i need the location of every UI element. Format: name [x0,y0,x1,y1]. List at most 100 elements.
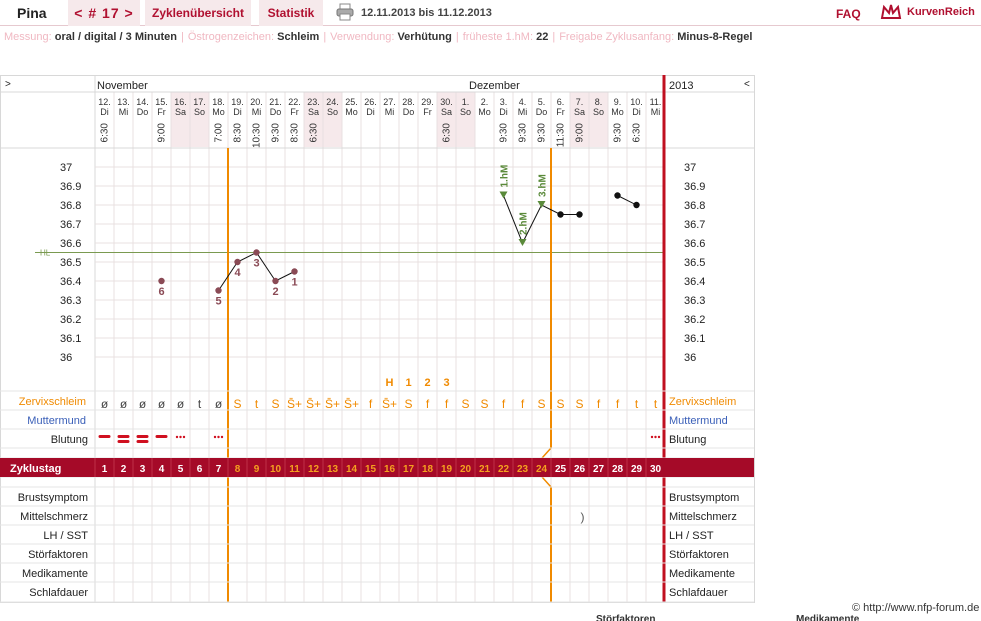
day-date: 8. [595,97,603,107]
day-weekday: Mi [119,107,129,117]
cycle-day-number: 14 [346,464,358,475]
mucus-symbol: f [502,397,506,411]
day-weekday: Mo [478,107,491,117]
measurement-time: 9:30 [271,123,282,143]
measurement-time: 9:30 [518,123,529,143]
day-date: 2. [481,97,489,107]
mucus-symbol: t [255,397,259,411]
higher-measurement-marker [499,191,508,199]
day-date: 13. [117,97,130,107]
day-weekday: Di [632,107,641,117]
temperature-point [158,277,165,285]
day-weekday: Sa [574,107,585,117]
next-nav-button[interactable]: < [744,79,750,90]
bleeding-very-heavy [136,435,149,438]
temp-axis-label-right: 36.7 [684,219,705,231]
day-weekday: Mo [212,107,225,117]
day-weekday: So [327,107,338,117]
day-date: 21. [269,97,282,107]
higher-measurement-label: 3.hM [538,174,549,197]
day-weekday: Do [137,107,149,117]
bleeding-very-heavy [136,440,149,443]
day-date: 17. [193,97,206,107]
cycle-day-number: 30 [650,464,662,475]
day-date: 16. [174,97,187,107]
temp-axis-label-right: 36.1 [684,333,705,345]
row-label-zyklustag: Zyklustag [10,463,61,475]
temp-axis-label-right: 36.6 [684,238,705,250]
mucus-symbol: f [369,397,373,411]
bleeding-heavy [98,435,111,438]
day-date: 25. [345,97,358,107]
day-weekday: Fr [423,107,432,117]
cycle-day-number: 20 [460,464,472,475]
prev-nav-button[interactable]: > [5,79,11,90]
day-date: 4. [519,97,527,107]
lower-measurement-count: 2 [272,286,278,298]
mucus-symbol: S [556,397,564,411]
cycle-day-number: 22 [498,464,510,475]
cycle-day-number: 13 [327,464,339,475]
row-label-stoerfaktoren: Störfaktoren [28,549,88,561]
day-weekday: So [593,107,604,117]
cycle-day-number: 2 [121,464,127,475]
temp-axis-label-right: 36.2 [684,314,705,326]
mucus-symbol: S̄+ [344,397,359,411]
day-date: 6. [557,97,565,107]
day-weekday: Sa [441,107,452,117]
mucus-symbol: ø [158,397,166,411]
measurement-time: 9:00 [575,123,586,143]
measurement-time: 11:30 [556,123,567,148]
day-date: 30. [440,97,453,107]
day-date: 22. [288,97,301,107]
bleeding-light-dot [217,435,220,439]
mucus-symbol: ø [120,397,128,411]
cycle-day-number: 3 [140,464,146,475]
cycle-day-number: 26 [574,464,586,475]
cycle-day-number: 16 [384,464,396,475]
temperature-point [576,211,583,218]
temp-axis-label-left: 36.8 [60,200,81,212]
day-date: 26. [364,97,377,107]
bleeding-very-heavy [117,440,130,443]
row-label-muttermund: Muttermund [27,415,86,427]
lower-measurement-count: 4 [234,267,241,279]
temp-axis-label-left: 36.3 [60,295,81,307]
day-weekday: Di [233,107,242,117]
row-label-stoerfaktoren-right: Störfaktoren [669,549,729,561]
cycle-day-number: 19 [441,464,453,475]
measurement-time: 7:00 [214,123,225,143]
mucus-symbol: S [575,397,583,411]
measurement-time: 6:30 [100,123,111,143]
temp-axis-label-left: 36.7 [60,219,81,231]
temp-axis-label-left: 36.5 [60,257,81,269]
mucus-symbol: f [426,397,430,411]
day-date: 15. [155,97,168,107]
temp-axis-label-left: 37 [60,162,72,174]
row-label-brustsymptom: Brustsymptom [18,492,88,504]
bleeding-light-dot [182,435,186,439]
temperature-point [253,249,260,256]
cycle-day-number: 18 [422,464,434,475]
temperature-point [272,277,279,285]
year-label: 2013 [669,80,693,92]
mucus-symbol: S̄+ [382,397,397,411]
mucus-symbol: S̄+ [325,397,340,411]
day-weekday: Sa [308,107,319,117]
cycle-day-number: 4 [159,464,165,475]
mucus-symbol: t [654,397,658,411]
temp-axis-label-left: 36.2 [60,314,81,326]
row-label-zervixschleim-right: Zervixschleim [669,396,736,408]
mucus-symbol: ø [215,397,223,411]
temp-axis-label-right: 36 [684,352,696,364]
day-weekday: So [194,107,205,117]
cycle-day-number: 6 [197,464,203,475]
bleeding-light-dot [175,435,179,439]
day-weekday: Sa [175,107,186,117]
temp-axis-label-right: 36.3 [684,295,705,307]
coverline-label: HL [40,249,51,258]
row-label-schlafdauer: Schlafdauer [29,587,88,599]
cycle-day-number: 21 [479,464,491,475]
measurement-time: 6:30 [632,123,643,143]
temperature-point [633,201,640,209]
